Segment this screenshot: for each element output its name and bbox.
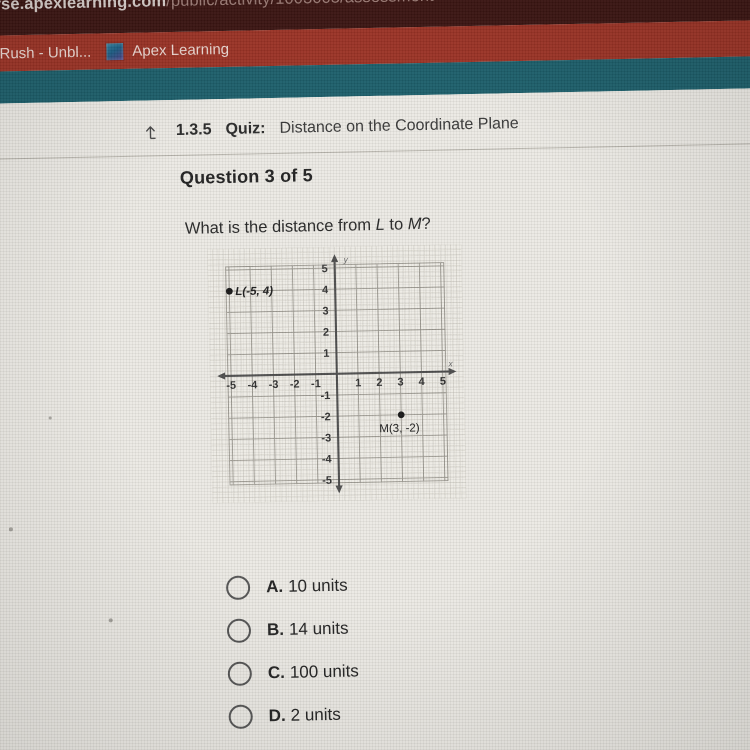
x-tick-label: 2 [376,377,382,389]
answer-label-b: B. 14 units [267,618,349,640]
x-tick-label: -1 [311,378,321,390]
quiz-title: Distance on the Coordinate Plane [279,115,519,137]
answer-letter-b: B. [266,619,285,639]
question-variable-l: L [375,215,385,234]
answer-text-a: 10 units [287,575,348,596]
question-variable-m: M [407,215,422,234]
answer-text-d: 2 units [290,704,341,725]
browser-tab-1[interactable]: nel Rush - Unbl... [0,34,92,72]
question-mid: to [384,215,408,234]
x-tick-label: 5 [440,376,446,388]
url-path: /public/activity/1003005/assessment [166,0,434,10]
y-tick-label: 4 [322,284,329,296]
x-tick-label: -5 [226,380,236,392]
coordinate-plane-svg: y x -5 -4 -3 -2 -1 1 2 3 4 5 5 4 3 2 1 -1 -2 -3 -4 -5 L(-5, 4)… [207,244,467,504]
dust-speck [48,416,52,420]
browser-tab-2[interactable]: Apex Learning [105,31,229,69]
coordinate-plane-figure: y x -5 -4 -3 -2 -1 1 2 3 4 5 5 4 3 2 1 -1 -2 -3 -4 -5 L(-5, 4)… [207,244,467,504]
x-tick-label: 4 [419,376,426,388]
question-number: Question 3 of 5 [179,165,314,188]
apex-favicon-icon [105,41,125,61]
answer-option-b[interactable]: B. 14 units [226,606,359,652]
quiz-code: 1.3.5 [175,121,212,139]
y-tick-label: -2 [321,411,331,423]
dust-speck [108,618,113,623]
y-tick-label: -5 [322,475,332,487]
answer-letter-c: C. [267,662,286,682]
return-up-arrow-icon[interactable] [145,123,162,140]
question-suffix: ? [421,214,431,234]
url-domain: urse.apexlearning.com [0,0,167,14]
radio-button-a[interactable] [225,575,251,600]
page-content: 1.3.5 Quiz: Distance on the Coordinate P… [0,87,750,750]
answer-options-list: A. 10 units B. 14 units C. 100 units D. … [225,563,360,738]
answer-option-a[interactable]: A. 10 units [225,563,358,609]
y-tick-label: 1 [323,348,329,360]
radio-button-c[interactable] [227,661,253,686]
answer-label-a: A. 10 units [266,575,348,597]
answer-option-d[interactable]: D. 2 units [228,692,360,738]
x-tick-label: 3 [397,376,403,388]
answer-text-b: 14 units [288,618,349,639]
answer-label-d: D. 2 units [268,704,340,725]
quiz-header: 1.3.5 Quiz: Distance on the Coordinate P… [145,115,519,140]
screenshot-root: urse.apexlearning.com/public/activity/10… [0,0,750,750]
url-text[interactable]: urse.apexlearning.com/public/activity/10… [0,0,434,15]
browser-tab-2-title: Apex Learning [132,40,230,60]
x-axis-label: x [447,358,453,368]
y-tick-label: 3 [322,305,328,317]
radio-button-b[interactable] [226,618,252,643]
y-tick-label: 2 [323,327,329,339]
point-label-l: L(-5, 4) [235,285,273,298]
point-label-m: M(3, -2) [379,422,420,435]
answer-label-c: C. 100 units [268,661,359,683]
x-tick-label: -2 [290,379,300,391]
quiz-type-label: Quiz: [225,120,266,138]
answer-text-c: 100 units [289,660,359,682]
y-tick-label: -3 [321,432,331,444]
answer-letter-a: A. [265,576,284,596]
y-tick-label: -1 [320,390,330,402]
photographed-screen: urse.apexlearning.com/public/activity/10… [0,0,750,750]
answer-letter-d: D. [268,705,286,725]
y-tick-label: 5 [322,263,328,275]
question-prefix: What is the distance from [184,215,376,238]
browser-tab-1-title: nel Rush - Unbl... [0,43,92,62]
y-tick-label: -4 [322,454,333,466]
radio-button-d[interactable] [228,704,253,729]
header-divider [0,142,750,161]
question-text: What is the distance from L to M? [185,215,431,239]
y-axis-label: y [342,254,348,264]
x-tick-label: 1 [355,377,361,389]
x-tick-label: -3 [269,379,279,391]
dust-speck [8,527,13,532]
answer-option-c[interactable]: C. 100 units [227,649,359,695]
x-tick-label: -4 [247,379,258,391]
